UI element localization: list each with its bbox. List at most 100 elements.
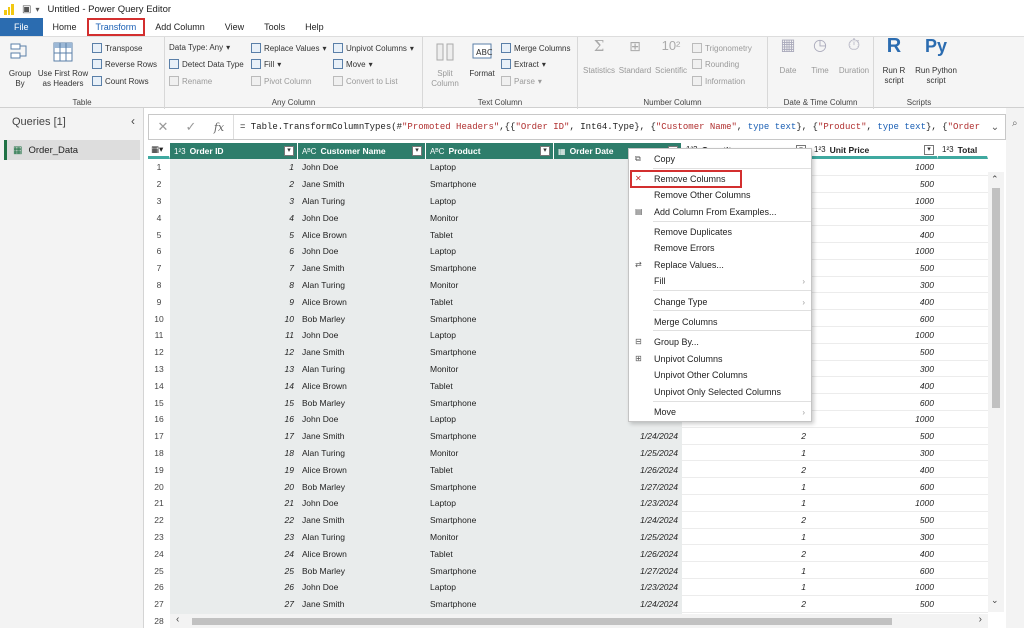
table-cell[interactable]: 1/26/2024 [554, 461, 682, 479]
table-cell[interactable]: 7 [170, 259, 298, 277]
duration-button[interactable]: ⏱ Duration [836, 38, 872, 76]
table-cell[interactable]: 16 [170, 411, 298, 428]
tab-view[interactable]: View [215, 18, 254, 36]
table-cell[interactable]: 500 [810, 428, 938, 445]
table-row[interactable]: 14 14 Alice Brown Tablet 400 [148, 377, 988, 395]
table-cell[interactable]: 1/25/2024 [554, 444, 682, 462]
tab-help[interactable]: Help [295, 18, 334, 36]
table-cell[interactable]: Smartphone [426, 478, 554, 495]
table-cell[interactable]: Laptop [426, 411, 554, 428]
table-cell[interactable]: Monitor [426, 276, 554, 294]
menu-item-move[interactable]: Move › [629, 404, 813, 420]
menu-item-remove-duplicates[interactable]: Remove Duplicates [629, 224, 813, 240]
parse-button[interactable]: Parse ▾ [501, 76, 542, 86]
table-cell[interactable]: 1000 [810, 495, 938, 512]
table-row[interactable]: 25 25 Bob Marley Smartphone 1/27/2024 1 600 [148, 562, 988, 579]
table-cell[interactable]: Monitor [426, 360, 554, 378]
information-button[interactable]: Information [692, 76, 745, 86]
table-cell[interactable]: 300 [810, 445, 938, 462]
column-header-6[interactable]: 1²3 Total [938, 143, 988, 159]
table-cell[interactable]: 1 [682, 478, 810, 495]
table-cell[interactable]: Monitor [426, 209, 554, 227]
confirm-icon[interactable]: ✓ [177, 119, 205, 135]
pivot-column-button[interactable]: Pivot Column [251, 76, 312, 86]
table-row[interactable]: 18 18 Alan Turing Monitor 1/25/2024 1 300 [148, 444, 988, 462]
table-cell[interactable]: 2 [682, 428, 810, 445]
reverse-rows-button[interactable]: Reverse Rows [92, 59, 157, 69]
column-header-1[interactable]: AᴮC Customer Name ▾ [298, 143, 426, 159]
table-cell[interactable]: 600 [810, 310, 938, 327]
table-cell[interactable]: 600 [810, 562, 938, 579]
collapse-pane-icon[interactable]: ‹ [131, 114, 135, 128]
table-row[interactable]: 5 5 Alice Brown Tablet 400 [148, 226, 988, 243]
table-row[interactable]: 4 4 John Doe Monitor 300 [148, 209, 988, 227]
table-cell[interactable]: Smartphone [426, 511, 554, 529]
table-cell[interactable]: 400 [810, 293, 938, 310]
table-cell[interactable]: 1 [682, 529, 810, 546]
table-cell[interactable]: 1 [682, 495, 810, 512]
quick-access-dropdown-icon[interactable]: ▾ [35, 5, 39, 14]
run-python-script-button[interactable]: Py Run Python script [912, 37, 960, 86]
table-cell[interactable]: 10 [170, 310, 298, 327]
table-cell[interactable]: Jane Smith [298, 175, 426, 193]
table-cell[interactable] [938, 277, 988, 294]
use-first-row-as-headers-button[interactable]: Use First Row as Headers [36, 41, 90, 89]
table-cell[interactable]: 15 [170, 394, 298, 411]
table-cell[interactable]: Tablet [426, 377, 554, 395]
formula-input[interactable]: = Table.TransformColumnTypes(#"Promoted … [233, 115, 985, 139]
table-cell[interactable] [938, 411, 988, 428]
table-cell[interactable]: 1 [682, 445, 810, 462]
table-cell[interactable]: John Doe [298, 243, 426, 260]
table-cell[interactable] [938, 226, 988, 243]
table-cell[interactable] [938, 495, 988, 512]
table-cell[interactable]: Laptop [426, 159, 554, 176]
menu-item-replace-values[interactable]: ⇄ Replace Values... [629, 257, 813, 273]
table-cell[interactable]: 1/24/2024 [554, 595, 682, 613]
table-cell[interactable]: 300 [810, 529, 938, 546]
table-cell[interactable]: 600 [810, 478, 938, 495]
table-row[interactable]: 6 6 John Doe Laptop 1000 [148, 243, 988, 260]
table-cell[interactable]: 600 [810, 394, 938, 411]
table-row[interactable]: 13 13 Alan Turing Monitor 300 [148, 360, 988, 378]
table-cell[interactable]: Bob Marley [298, 478, 426, 495]
table-cell[interactable]: 6 [170, 243, 298, 260]
scroll-up-icon[interactable]: ⌃ [991, 174, 999, 185]
table-cell[interactable]: 25 [170, 562, 298, 579]
scientific-button[interactable]: 10² Scientific [654, 39, 688, 76]
table-cell[interactable] [938, 176, 988, 193]
table-cell[interactable]: Laptop [426, 327, 554, 344]
table-row[interactable]: 20 20 Bob Marley Smartphone 1/27/2024 1 600 [148, 478, 988, 495]
table-cell[interactable]: Laptop [426, 579, 554, 596]
table-cell[interactable]: 13 [170, 360, 298, 378]
menu-item-remove-errors[interactable]: Remove Errors [629, 240, 813, 256]
tab-tools[interactable]: Tools [254, 18, 295, 36]
merge-columns-button[interactable]: Merge Columns [501, 43, 570, 53]
table-cell[interactable] [938, 209, 988, 226]
table-cell[interactable]: 18 [170, 444, 298, 462]
table-cell[interactable]: Alice Brown [298, 293, 426, 311]
table-cell[interactable]: 2 [682, 461, 810, 478]
table-cell[interactable]: 1 [170, 159, 298, 176]
column-type-icon[interactable]: ▦ [558, 147, 566, 156]
menu-item-unpivot-columns[interactable]: ⊞ Unpivot Columns [629, 351, 813, 367]
table-cell[interactable]: Tablet [426, 545, 554, 563]
table-cell[interactable]: 400 [810, 545, 938, 562]
table-cell[interactable]: Alan Turing [298, 360, 426, 378]
table-cell[interactable] [938, 512, 988, 529]
horizontal-scroll-thumb[interactable] [192, 618, 892, 625]
table-row[interactable]: 3 3 Alan Turing Laptop 1000 [148, 192, 988, 210]
table-cell[interactable]: 17 [170, 427, 298, 445]
table-cell[interactable]: 23 [170, 528, 298, 546]
table-cell[interactable]: Jane Smith [298, 511, 426, 529]
table-cell[interactable]: 1000 [810, 579, 938, 596]
trigonometry-button[interactable]: Trigonometry [692, 43, 752, 53]
tab-transform[interactable]: Transform [86, 18, 146, 36]
vertical-scrollbar[interactable]: ⌃ ⌄ [988, 172, 1004, 612]
table-cell[interactable]: Smartphone [426, 343, 554, 361]
detect-data-type-button[interactable]: Detect Data Type [169, 59, 244, 69]
table-cell[interactable]: Alice Brown [298, 461, 426, 479]
table-cell[interactable]: 27 [170, 595, 298, 613]
data-type-dropdown[interactable]: Data Type: Any ▾ [169, 43, 230, 52]
table-cell[interactable]: 1/27/2024 [554, 562, 682, 579]
table-cell[interactable]: Jane Smith [298, 427, 426, 445]
